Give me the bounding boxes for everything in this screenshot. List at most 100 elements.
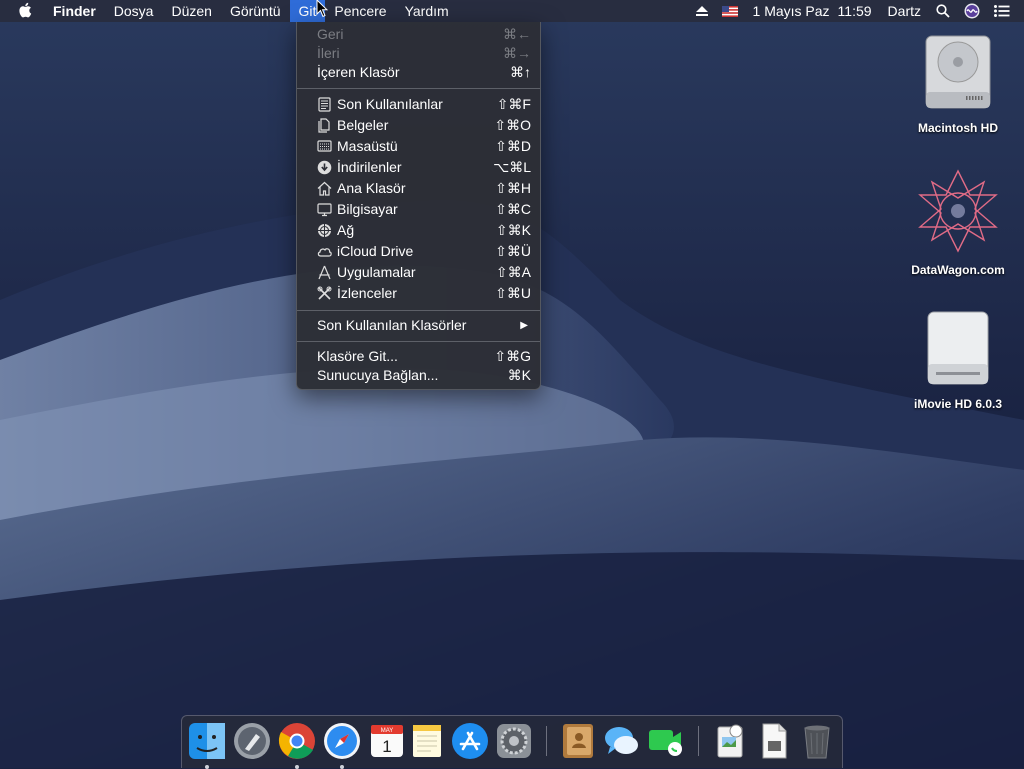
- dock-launchpad[interactable]: [232, 721, 272, 761]
- menu-item-connect-server[interactable]: Sunucuya Bağlan... ⌘K: [297, 365, 540, 386]
- menu-item-shortcut: ⇧⌘G: [494, 348, 531, 364]
- menu-item-shortcut: ⇧⌘H: [495, 180, 531, 196]
- menubar-date[interactable]: 1 Mayıs Paz: [745, 0, 838, 22]
- dock-notes[interactable]: [407, 721, 447, 761]
- menu-item-home[interactable]: Ana Klasör ⇧⌘H: [297, 178, 540, 199]
- dock-finder[interactable]: [187, 721, 227, 769]
- status-area: 1 Mayıs Paz 11:59 Dartz: [689, 0, 1024, 22]
- network-icon: [318, 224, 331, 237]
- computer-icon: [317, 203, 332, 217]
- dock-trash[interactable]: [797, 721, 837, 761]
- menu-item-downloads[interactable]: İndirilenler ⌥⌘L: [297, 157, 540, 178]
- notification-center-icon[interactable]: [987, 0, 1024, 22]
- menu-window[interactable]: Pencere: [325, 0, 395, 22]
- desktop-icon: [317, 140, 332, 152]
- menu-item-shortcut: ⇧⌘A: [495, 264, 531, 280]
- menu-item-label: Sunucuya Bağlan...: [317, 367, 439, 383]
- menu-item-label: Geri: [317, 26, 344, 42]
- apple-menu[interactable]: [0, 0, 44, 22]
- calendar-month-text: MAY: [381, 728, 394, 734]
- hard-drive-icon: [925, 35, 991, 109]
- running-indicator: [340, 765, 344, 769]
- desktop-icon-label: iMovie HD 6.0.3: [913, 397, 1003, 411]
- desktop-icon-imovie-hd[interactable]: iMovie HD 6.0.3: [898, 308, 1018, 411]
- spotlight-search-icon[interactable]: [929, 0, 957, 22]
- menu-item-shortcut: ⇧⌘K: [495, 222, 531, 238]
- menu-item-shortcut: ⌥⌘L: [493, 159, 531, 175]
- menu-item-label: Ağ: [337, 222, 355, 238]
- menu-item-forward[interactable]: İleri ⌘→: [297, 43, 540, 64]
- applications-icon: [318, 265, 331, 280]
- contacts-icon: [563, 724, 593, 758]
- menu-item-goto-folder[interactable]: Klasöre Git... ⇧⌘G: [297, 346, 540, 367]
- menu-separator: [297, 341, 540, 342]
- calendar-icon: MAY 1: [371, 725, 403, 757]
- menu-item-label: İleri: [317, 45, 340, 61]
- dock-system-preferences[interactable]: [494, 721, 534, 761]
- desktop-icon-label: Macintosh HD: [917, 121, 998, 135]
- menu-item-desktop[interactable]: Masaüstü ⇧⌘D: [297, 136, 540, 157]
- chrome-icon: [278, 723, 315, 759]
- menubar-time[interactable]: 11:59: [838, 0, 880, 22]
- menu-finder[interactable]: Finder: [44, 0, 105, 22]
- menu-item-label: İçeren Klasör: [317, 64, 400, 80]
- menu-item-back[interactable]: Geri ⌘←: [297, 24, 540, 45]
- menu-file[interactable]: Dosya: [105, 0, 163, 22]
- dock-contacts[interactable]: [558, 721, 598, 761]
- menu-separator: [297, 310, 540, 311]
- dock-calendar[interactable]: MAY 1: [367, 721, 407, 761]
- dock: MAY 1: [181, 715, 843, 769]
- icloud-icon: [317, 248, 332, 257]
- menu-item-applications[interactable]: Uygulamalar ⇧⌘A: [297, 262, 540, 283]
- preview-icon: [717, 724, 743, 758]
- menu-item-documents[interactable]: Belgeler ⇧⌘O: [297, 115, 540, 136]
- mouse-cursor-icon: [316, 0, 328, 18]
- menu-item-label: Bilgisayar: [337, 201, 398, 217]
- system-preferences-icon: [497, 724, 531, 758]
- dock-messages[interactable]: [602, 721, 642, 761]
- menu-item-utilities[interactable]: İzlenceler ⇧⌘U: [297, 283, 540, 304]
- desktop-icon-datawagon[interactable]: DataWagon.com: [898, 168, 1018, 277]
- us-flag-icon[interactable]: [715, 0, 745, 22]
- menu-item-shortcut: ⌘K: [507, 367, 531, 383]
- menu-item-shortcut: ⌘←: [503, 26, 531, 42]
- menu-item-label: Son Kullanılanlar: [337, 96, 443, 112]
- calendar-day-text: 1: [382, 737, 391, 756]
- running-indicator: [205, 765, 209, 769]
- menu-item-computer[interactable]: Bilgisayar ⇧⌘C: [297, 199, 540, 220]
- menubar-user[interactable]: Dartz: [880, 0, 929, 22]
- running-indicator: [295, 765, 299, 769]
- menu-view[interactable]: Görüntü: [221, 0, 290, 22]
- menu-item-recents[interactable]: Son Kullanılanlar ⇧⌘F: [297, 94, 540, 115]
- menu-item-shortcut: ⌘↑: [510, 64, 531, 80]
- menu-item-shortcut: ⇧⌘O: [494, 117, 531, 133]
- desktop-icon-macintosh-hd[interactable]: Macintosh HD: [898, 32, 1018, 135]
- safari-icon: [324, 723, 360, 759]
- dock-document[interactable]: [754, 721, 794, 761]
- dock-facetime[interactable]: [645, 721, 685, 761]
- menu-item-network[interactable]: Ağ ⇧⌘K: [297, 220, 540, 241]
- dock-app-store[interactable]: [450, 721, 490, 761]
- menu-edit[interactable]: Düzen: [162, 0, 220, 22]
- menu-item-shortcut: ⇧⌘Ü: [495, 243, 531, 259]
- datawagon-logo-icon: [918, 169, 998, 253]
- eject-icon[interactable]: [689, 0, 715, 22]
- menu-help[interactable]: Yardım: [396, 0, 458, 22]
- siri-icon[interactable]: [957, 0, 987, 22]
- dock-chrome[interactable]: [277, 721, 317, 769]
- dock-separator: [698, 726, 699, 756]
- menu-bar: Finder Dosya Düzen Görüntü Git Pencere Y…: [0, 0, 1024, 22]
- menu-item-shortcut: ⇧⌘C: [495, 201, 531, 217]
- home-icon: [317, 181, 332, 196]
- go-menu-dropdown: Geri ⌘← İleri ⌘→ İçeren Klasör ⌘↑ Son Ku…: [296, 22, 541, 390]
- launchpad-icon: [234, 723, 270, 759]
- app-store-icon: [452, 723, 488, 759]
- downloads-icon: [317, 160, 332, 175]
- menu-item-recent-folders[interactable]: Son Kullanılan Klasörler ▶: [297, 315, 540, 336]
- menu-item-icloud-drive[interactable]: iCloud Drive ⇧⌘Ü: [297, 241, 540, 262]
- dock-safari[interactable]: [322, 721, 362, 769]
- submenu-arrow-icon: ▶: [520, 320, 528, 331]
- menu-item-label: Masaüstü: [337, 138, 398, 154]
- dock-preview[interactable]: [710, 721, 750, 761]
- menu-item-enclosing-folder[interactable]: İçeren Klasör ⌘↑: [297, 62, 540, 83]
